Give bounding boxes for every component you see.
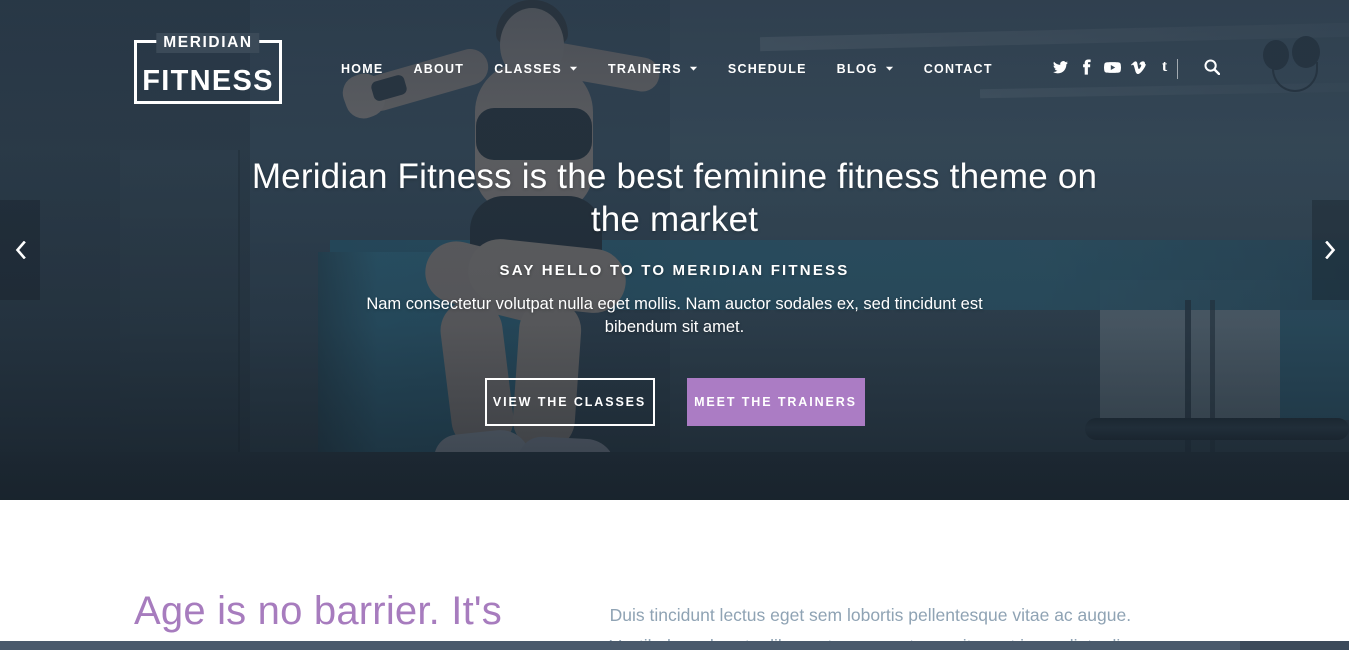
chevron-down-icon: [885, 64, 894, 73]
tumblr-icon[interactable]: t: [1156, 58, 1173, 76]
nav-item-about[interactable]: ABOUT: [399, 56, 480, 82]
hero-description: Nam consectetur volutpat nulla eget moll…: [366, 295, 983, 336]
chevron-down-icon: [569, 64, 578, 73]
nav-item-contact[interactable]: CONTACT: [909, 56, 1008, 82]
nav-item-schedule[interactable]: SCHEDULE: [713, 56, 822, 82]
nav-item-home[interactable]: HOME: [326, 56, 399, 82]
main-navigation: HOME ABOUT CLASSES TRAINERS SCHEDULE BLO…: [326, 56, 1008, 82]
nav-item-classes[interactable]: CLASSES: [479, 56, 593, 82]
header-divider: [1177, 59, 1178, 79]
chevron-down-icon: [689, 64, 698, 73]
site-logo[interactable]: MERIDIAN FITNESS: [134, 33, 282, 104]
section-heading: Age is no barrier. It's: [134, 589, 502, 633]
twitter-icon[interactable]: [1052, 58, 1069, 76]
hero-cta-group: VIEW THE CLASSES MEET THE TRAINERS: [484, 378, 865, 426]
facebook-icon[interactable]: [1078, 58, 1095, 76]
social-links: t: [1052, 58, 1173, 76]
hero-subtitle: SAY HELLO TO TO MERIDIAN FITNESS: [499, 262, 850, 279]
chevron-left-icon: [15, 241, 26, 259]
slider-prev-button[interactable]: [0, 200, 40, 300]
search-icon: [1204, 59, 1221, 80]
nav-label: BLOG: [836, 62, 878, 76]
search-button[interactable]: [1200, 57, 1224, 81]
youtube-icon[interactable]: [1104, 58, 1121, 76]
nav-label: SCHEDULE: [727, 62, 807, 76]
scrollbar-thumb[interactable]: [0, 641, 1240, 650]
chevron-right-icon: [1325, 241, 1336, 259]
hero-title: Meridian Fitness is the best feminine fi…: [251, 157, 1098, 239]
logo-top-text: MERIDIAN: [156, 33, 260, 53]
site-header: MERIDIAN FITNESS HOME ABOUT CLASSES TRAI…: [0, 0, 1349, 112]
vimeo-icon[interactable]: [1130, 58, 1147, 76]
logo-main-text: FITNESS: [142, 65, 274, 97]
view-classes-button[interactable]: VIEW THE CLASSES: [484, 378, 655, 426]
nav-item-trainers[interactable]: TRAINERS: [593, 56, 713, 82]
nav-item-blog[interactable]: BLOG: [822, 56, 909, 82]
nav-label: ABOUT: [413, 62, 465, 76]
tumblr-glyph: t: [1161, 58, 1168, 75]
nav-label: TRAINERS: [608, 62, 682, 76]
meet-trainers-button[interactable]: MEET THE TRAINERS: [686, 378, 865, 426]
nav-label: HOME: [341, 62, 384, 76]
slider-next-button[interactable]: [1312, 200, 1349, 300]
page-root: Meridian Fitness is the best feminine fi…: [0, 0, 1349, 650]
nav-label: CONTACT: [923, 62, 993, 76]
horizontal-scrollbar[interactable]: [0, 641, 1349, 650]
about-section: Age is no barrier. It's Duis tincidunt l…: [0, 500, 1349, 650]
nav-label: CLASSES: [494, 62, 562, 76]
